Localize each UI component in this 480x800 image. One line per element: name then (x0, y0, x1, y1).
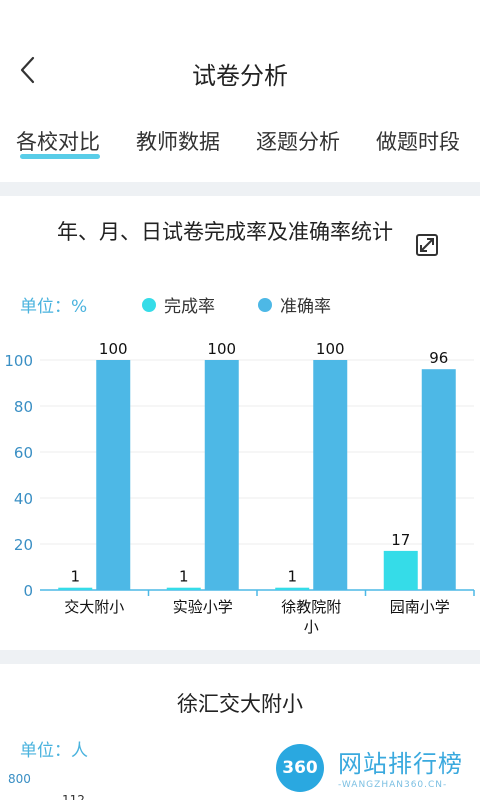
bar-completion (166, 587, 201, 590)
y-tick-label: 0 (23, 582, 33, 600)
legend-item-completion[interactable]: 完成率 (142, 292, 215, 317)
watermark-logo: 360 (276, 744, 324, 792)
bar-accuracy (96, 360, 131, 590)
header: 试卷分析 (0, 0, 480, 110)
bar-completion (58, 587, 93, 590)
watermark: 360 网站排行榜 -WANGZHAN360.CN- (268, 740, 480, 800)
bar-accuracy (421, 369, 456, 590)
tab-teacher-data[interactable]: 教师数据 (136, 126, 220, 156)
data-label: 100 (316, 340, 345, 358)
bar-accuracy (204, 360, 239, 590)
tab-school-compare[interactable]: 各校对比 (16, 126, 100, 156)
data-label: 100 (207, 340, 236, 358)
section-divider (0, 650, 480, 664)
legend-item-accuracy[interactable]: 准确率 (258, 292, 331, 317)
watermark-subtitle: -WANGZHAN360.CN- (338, 780, 448, 790)
y-tick-label: 100 (4, 352, 33, 370)
tab-bar: 各校对比 教师数据 逐题分析 做题时段 (0, 126, 480, 170)
y-tick-label: 800 (8, 772, 31, 786)
bar-chart: 0 20 40 60 80 100 1 100 交大附小 1 100 实验小学 1 100 徐教院附小 17 9… (4, 340, 475, 636)
tab-label: 教师数据 (136, 130, 220, 154)
page-title: 试卷分析 (192, 62, 288, 90)
tab-time-period[interactable]: 做题时段 (376, 126, 460, 156)
tab-label: 做题时段 (376, 130, 460, 154)
y-tick-label: 40 (14, 490, 33, 508)
bar-accuracy (313, 360, 348, 590)
legend-dot (142, 297, 156, 312)
chart-title: 年、月、日试卷完成率及准确率统计 (57, 220, 393, 244)
x-tick-label: 实验小学 (173, 598, 233, 616)
y-tick-label: 80 (14, 398, 33, 416)
bar-completion (383, 550, 418, 590)
data-label: 112 (62, 793, 85, 800)
section-divider (0, 182, 480, 196)
unit-label: 单位：人 (20, 741, 88, 761)
tab-question-analysis[interactable]: 逐题分析 (256, 126, 340, 156)
tab-label: 逐题分析 (256, 130, 340, 154)
bar-completion (275, 587, 310, 590)
data-label: 1 (179, 568, 189, 586)
data-label: 96 (429, 349, 448, 367)
x-tick-label: 小 (304, 618, 319, 636)
x-tick-label: 交大附小 (64, 598, 124, 616)
expand-icon[interactable] (414, 232, 440, 258)
chart-legend: 单位：% 完成率 准确率 (0, 292, 480, 317)
x-tick-label: 徐教院附 (281, 598, 341, 616)
tab-label: 各校对比 (16, 130, 100, 154)
watermark-title: 网站排行榜 (338, 750, 463, 778)
legend-label: 准确率 (280, 297, 331, 317)
legend-dot (258, 297, 272, 312)
data-label: 1 (287, 568, 297, 586)
data-label: 1 (70, 568, 80, 586)
data-label: 100 (99, 340, 128, 358)
y-tick-label: 60 (14, 444, 33, 462)
x-tick-label: 园南小学 (390, 598, 450, 616)
legend-label: 完成率 (164, 297, 215, 317)
unit-label: 单位：% (20, 297, 88, 317)
section-title: 徐汇交大附小 (177, 692, 303, 716)
y-tick-label: 20 (14, 536, 33, 554)
data-label: 17 (391, 531, 410, 549)
